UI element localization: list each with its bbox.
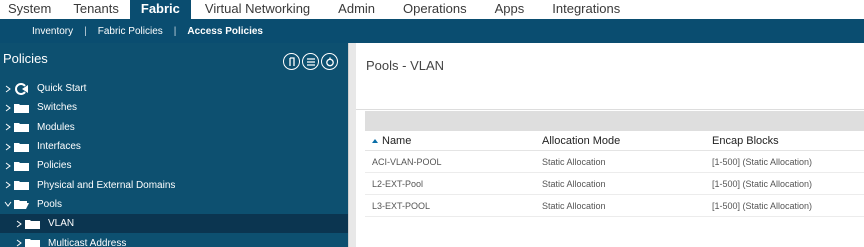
content-pane: Pools - VLAN Name Allocation Mode Encap … bbox=[356, 43, 864, 247]
chevron-right-icon[interactable] bbox=[3, 123, 12, 132]
cell-allocation-mode: Static Allocation bbox=[542, 156, 606, 167]
sidebar-item-interfaces[interactable]: Interfaces bbox=[0, 137, 348, 156]
sidebar-item-label: Multicast Address bbox=[48, 237, 127, 247]
list-view-icon[interactable] bbox=[302, 53, 319, 70]
sidebar-item-switches[interactable]: Switches bbox=[0, 98, 348, 117]
folder-icon bbox=[25, 219, 40, 229]
table-toolbar bbox=[365, 111, 864, 131]
folder-icon bbox=[25, 239, 40, 247]
sidebar-item-quick-start[interactable]: Quick Start bbox=[0, 79, 348, 98]
folder-icon bbox=[14, 161, 29, 171]
cell-allocation-mode: Static Allocation bbox=[542, 200, 606, 211]
cell-name: L2-EXT-Pool bbox=[372, 178, 424, 189]
page-title: Pools - VLAN bbox=[366, 58, 445, 73]
pools-table: Name Allocation Mode Encap Blocks ACI-VL… bbox=[365, 131, 864, 217]
refresh-icon[interactable] bbox=[321, 53, 338, 70]
sidebar-toolbar bbox=[283, 53, 338, 70]
chevron-right-icon[interactable] bbox=[3, 142, 12, 151]
sidebar-item-pools[interactable]: Pools bbox=[0, 195, 348, 214]
subnav-fabric-policies[interactable]: Fabric Policies bbox=[98, 26, 163, 37]
chevron-right-icon[interactable] bbox=[14, 239, 23, 247]
chevron-down-icon[interactable] bbox=[3, 200, 12, 209]
sidebar-item-label: Policies bbox=[37, 160, 72, 172]
cell-encap-blocks: [1-500] (Static Allocation) bbox=[712, 178, 813, 189]
folder-open-icon bbox=[14, 200, 29, 210]
sidebar-item-label: Modules bbox=[37, 121, 75, 133]
table-header-row: Name Allocation Mode Encap Blocks bbox=[365, 131, 864, 151]
sidebar-item-policies[interactable]: Policies bbox=[0, 156, 348, 175]
chevron-right-icon[interactable] bbox=[3, 84, 12, 93]
cell-allocation-mode: Static Allocation bbox=[542, 178, 606, 189]
subnav-separator: | bbox=[84, 25, 87, 37]
cell-name: ACI-VLAN-POOL bbox=[372, 156, 442, 167]
sidebar-item-label: VLAN bbox=[48, 218, 75, 230]
subnav-access-policies[interactable]: Access Policies bbox=[187, 26, 263, 37]
policies-sidebar: Policies Quick Start Switches Modules In… bbox=[0, 43, 348, 247]
sidebar-item-multicast-address[interactable]: Multicast Address bbox=[0, 233, 348, 247]
sidebar-item-label: Physical and External Domains bbox=[37, 179, 176, 191]
pane-divider[interactable] bbox=[348, 43, 356, 247]
sidebar-item-label: Interfaces bbox=[37, 141, 81, 153]
folder-icon bbox=[14, 123, 29, 133]
tab-admin[interactable]: Admin bbox=[324, 0, 389, 19]
tab-operations[interactable]: Operations bbox=[389, 0, 481, 19]
subnav-inventory[interactable]: Inventory bbox=[32, 26, 73, 37]
folder-icon bbox=[14, 142, 29, 152]
cell-name: L3-EXT-POOL bbox=[372, 200, 431, 211]
sidebar-item-physical-and-external-domains[interactable]: Physical and External Domains bbox=[0, 175, 348, 194]
sidebar-title: Policies bbox=[3, 51, 48, 66]
tab-integrations[interactable]: Integrations bbox=[538, 0, 634, 19]
tab-tenants[interactable]: Tenants bbox=[62, 0, 130, 19]
quick-start-icon bbox=[14, 82, 29, 95]
sidebar-item-modules[interactable]: Modules bbox=[0, 118, 348, 137]
sort-ascending-icon bbox=[372, 138, 378, 143]
column-header-label: Name bbox=[382, 134, 412, 147]
chevron-right-icon[interactable] bbox=[3, 103, 12, 112]
subnav-separator: | bbox=[173, 25, 177, 37]
sidebar-tree: Quick Start Switches Modules Interfaces … bbox=[0, 79, 348, 247]
tab-fabric[interactable]: Fabric bbox=[129, 0, 191, 19]
column-header-encap-blocks[interactable]: Encap Blocks bbox=[712, 135, 779, 147]
table-row[interactable]: ACI-VLAN-POOL Static Allocation [1-500] … bbox=[365, 151, 864, 173]
chevron-right-icon[interactable] bbox=[14, 219, 23, 228]
sub-nav: Inventory | Fabric Policies | Access Pol… bbox=[0, 19, 864, 43]
cell-encap-blocks: [1-500] (Static Allocation) bbox=[712, 200, 813, 211]
collapse-icon[interactable] bbox=[283, 53, 300, 70]
title-divider bbox=[356, 109, 864, 110]
chevron-right-icon[interactable] bbox=[3, 181, 12, 190]
sidebar-header: Policies bbox=[0, 43, 348, 79]
column-header-name[interactable]: Name bbox=[372, 135, 411, 147]
sidebar-item-vlan[interactable]: VLAN bbox=[0, 214, 348, 234]
sidebar-item-label: Switches bbox=[37, 102, 78, 114]
top-nav: System Tenants Fabric Virtual Networking… bbox=[0, 0, 864, 19]
sidebar-item-label: Quick Start bbox=[37, 83, 87, 95]
chevron-right-icon[interactable] bbox=[3, 161, 12, 170]
column-header-allocation-mode[interactable]: Allocation Mode bbox=[542, 135, 620, 147]
table-row[interactable]: L3-EXT-POOL Static Allocation [1-500] (S… bbox=[365, 195, 864, 217]
tab-apps[interactable]: Apps bbox=[481, 0, 539, 19]
sidebar-item-label: Pools bbox=[37, 198, 63, 210]
tab-virtual-networking[interactable]: Virtual Networking bbox=[191, 0, 324, 19]
folder-icon bbox=[14, 181, 29, 191]
cell-encap-blocks: [1-500] (Static Allocation) bbox=[712, 156, 813, 167]
tab-system[interactable]: System bbox=[0, 0, 62, 19]
folder-icon bbox=[14, 103, 29, 113]
table-row[interactable]: L2-EXT-Pool Static Allocation [1-500] (S… bbox=[365, 173, 864, 195]
